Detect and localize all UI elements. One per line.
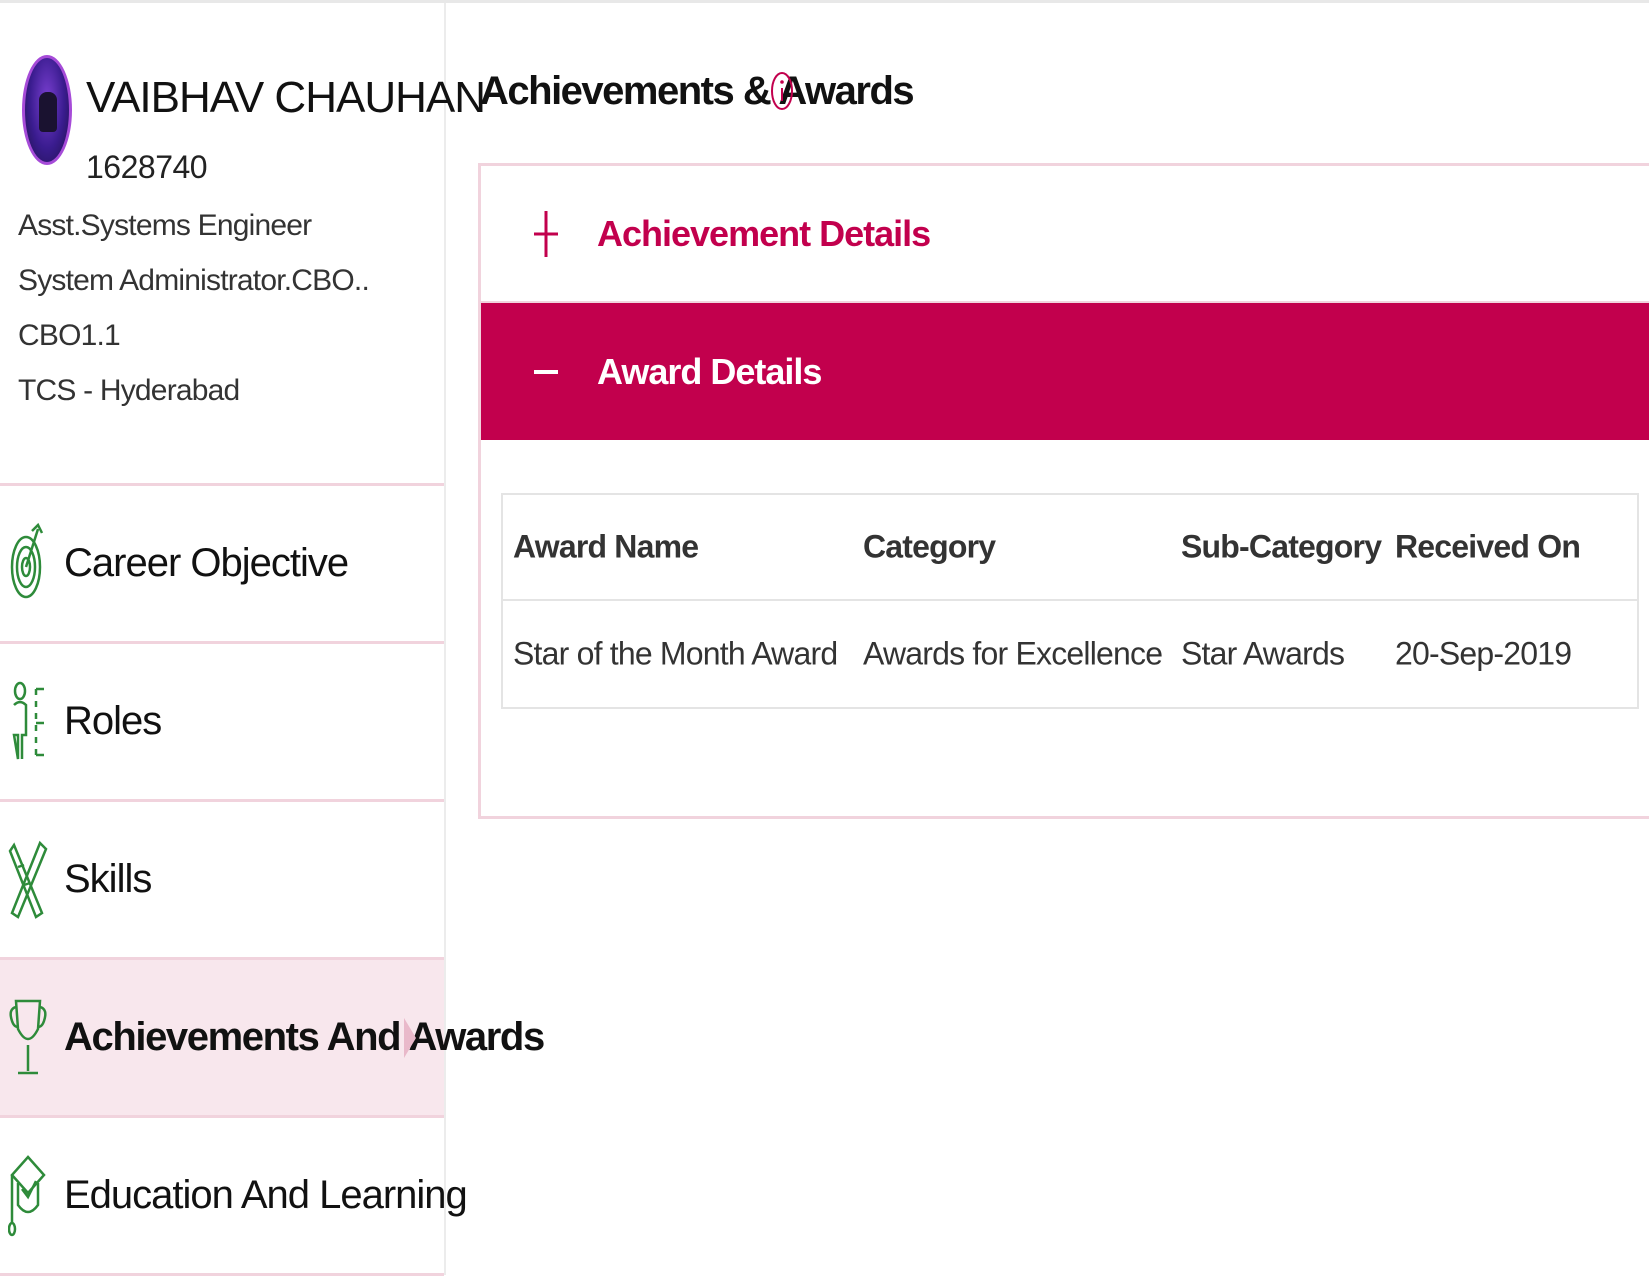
avatar[interactable] [22, 55, 72, 165]
main-content: Achievements & Awards Achievement Detail… [448, 3, 1649, 1275]
sidebar-item-career-objective[interactable]: Career Objective [0, 486, 444, 644]
employee-id: 1628740 [86, 149, 208, 185]
category-cell: Awards for Excellence [863, 635, 1163, 672]
sidebar-item-education-and-learning[interactable]: Education And Learning [0, 1118, 468, 1276]
sidebar-item-label: Career Objective [64, 541, 349, 585]
profile-sidebar: VAIBHAV CHAUHAN 1628740 Asst.Systems Eng… [0, 3, 545, 1276]
sidebar-item-label: Roles [64, 699, 162, 743]
sidebar-item-skills[interactable]: Skills [0, 802, 444, 960]
skills-icon [8, 840, 48, 919]
role-text: System Administrator.CBO.. [18, 264, 370, 297]
award-name-cell: Star of the Month Award [513, 635, 838, 672]
profile-card: VAIBHAV CHAUHAN 1628740 Asst.Systems Eng… [0, 3, 486, 486]
awards-table: Award Name Category Sub-Category Receive… [501, 493, 1639, 709]
sidebar-item-label: Education And Learning [64, 1173, 468, 1217]
designation: Asst.Systems Engineer [18, 209, 312, 242]
achievements-panel: Achievement Details Award Details Award … [478, 163, 1649, 819]
column-header-category: Category [863, 528, 996, 565]
sidebar-item-label: Skills [64, 857, 152, 901]
table-header-row: Award Name Category Sub-Category Receive… [503, 495, 1637, 601]
page-title: Achievements & Awards [480, 69, 915, 113]
profile-name: VAIBHAV CHAUHAN [86, 73, 486, 122]
accordion-label: Award Details [597, 350, 822, 392]
column-header-award-name: Award Name [513, 528, 699, 565]
trophy-icon [9, 999, 47, 1074]
award-details-accordion[interactable]: Award Details [481, 303, 1649, 440]
minus-icon [534, 369, 558, 374]
active-indicator-arrow [404, 1017, 416, 1058]
target-icon [10, 522, 44, 598]
sidebar-item-achievements-and-awards[interactable]: Achievements And Awards [0, 960, 545, 1118]
sub-category-cell: Star Awards [1181, 635, 1345, 672]
column-header-received-on: Received On [1395, 528, 1581, 565]
table-row: Star of the Month Award Awards for Excel… [503, 601, 1637, 707]
roles-icon [12, 681, 44, 759]
grade-text: CBO1.1 [18, 319, 121, 352]
sidebar-item-roles[interactable]: Roles [0, 644, 444, 802]
location-text: TCS - Hyderabad [18, 374, 240, 407]
plus-icon [534, 210, 558, 257]
achievement-details-accordion[interactable]: Achievement Details [481, 166, 1649, 303]
accordion-label: Achievement Details [597, 212, 931, 254]
received-on-cell: 20-Sep-2019 [1395, 635, 1572, 672]
column-header-sub-category: Sub-Category [1181, 528, 1382, 565]
graduation-icon [8, 1154, 46, 1236]
info-icon[interactable] [770, 71, 794, 111]
